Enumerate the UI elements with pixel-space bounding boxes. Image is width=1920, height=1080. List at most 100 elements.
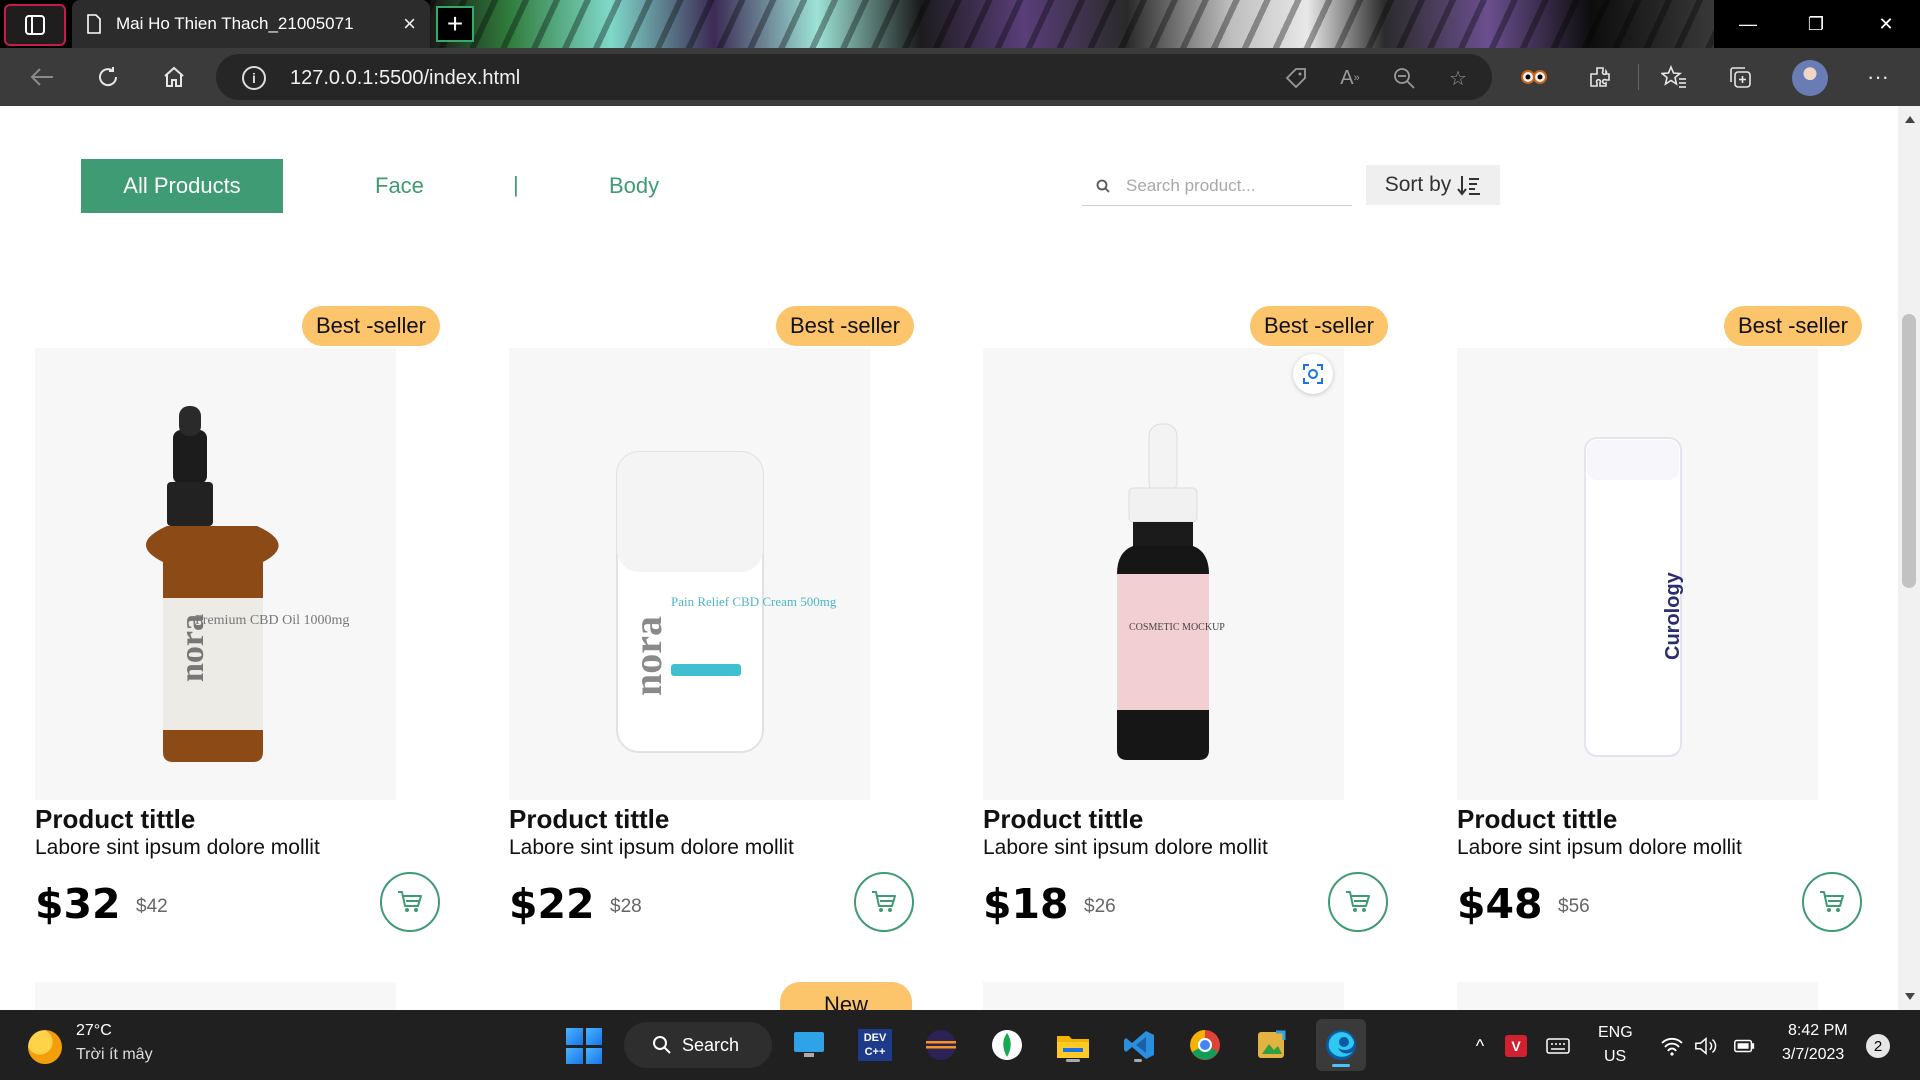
eclipse-app-icon[interactable]: [920, 1024, 962, 1066]
keyboard-icon[interactable]: [1546, 1034, 1570, 1058]
search-box[interactable]: [1082, 166, 1352, 206]
address-bar[interactable]: i 127.0.0.1:5500/index.html A» ☆: [216, 54, 1492, 100]
read-aloud-icon[interactable]: A»: [1336, 64, 1364, 92]
more-icon[interactable]: ···: [1862, 61, 1894, 93]
cart-icon: [1820, 891, 1844, 912]
favorites-icon[interactable]: [1658, 61, 1690, 93]
add-to-cart-button[interactable]: [1328, 872, 1388, 932]
best-seller-badge: Best -seller: [1723, 306, 1862, 346]
filter-face-link[interactable]: Face: [375, 173, 424, 199]
volume-icon[interactable]: [1694, 1034, 1718, 1058]
product-image[interactable]: nora Premium CBD Oil 1000mg: [35, 348, 396, 800]
add-favorite-icon[interactable]: ☆: [1444, 64, 1472, 92]
product-title[interactable]: Product tittle: [509, 804, 669, 835]
minimize-button[interactable]: —: [1714, 0, 1782, 48]
home-icon: [164, 66, 184, 87]
tag-icon[interactable]: [1282, 64, 1310, 92]
profile-avatar[interactable]: [1792, 60, 1828, 96]
region-indicator[interactable]: US: [1604, 1048, 1626, 1066]
collections-icon[interactable]: [1724, 61, 1756, 93]
sort-button[interactable]: Sort by: [1366, 165, 1500, 205]
scroll-down-arrow-icon[interactable]: [1905, 993, 1915, 1000]
refresh-button[interactable]: [92, 61, 124, 93]
tab-actions-icon: [25, 15, 45, 35]
mongodb-app-icon[interactable]: [986, 1024, 1028, 1066]
product-description: Labore sint ipsum dolore mollit: [1457, 836, 1742, 859]
zoom-icon[interactable]: [1390, 64, 1418, 92]
scroll-thumb[interactable]: [1902, 314, 1916, 588]
close-window-button[interactable]: ✕: [1852, 0, 1920, 48]
notification-count-badge[interactable]: 2: [1866, 1034, 1890, 1058]
language-indicator[interactable]: ENG: [1598, 1024, 1633, 1042]
product-image[interactable]: Curology: [1457, 348, 1818, 800]
home-button[interactable]: [158, 61, 190, 93]
devc-app-icon[interactable]: DEV C++: [854, 1024, 896, 1066]
product-card[interactable]: Best -seller Curology Product tittle Lab…: [1457, 306, 1862, 932]
visual-search-icon: [1303, 364, 1323, 384]
start-button[interactable]: [566, 1028, 602, 1064]
product-image[interactable]: COSMETIC MOCKUP: [983, 348, 1344, 800]
desktop-app-icon[interactable]: [788, 1024, 830, 1066]
product-old-price: $28: [610, 896, 642, 917]
cart-icon: [398, 891, 422, 912]
weather-temperature[interactable]: 27°C: [76, 1022, 112, 1040]
browser-tab[interactable]: Mai Ho Thien Thach_21005071 ×: [72, 0, 430, 48]
cart-icon: [872, 891, 896, 912]
clock-date[interactable]: 3/7/2023: [1782, 1046, 1844, 1064]
extensions-icon[interactable]: [1584, 61, 1616, 93]
product-title[interactable]: Product tittle: [35, 804, 195, 835]
photos-app-icon[interactable]: [1250, 1024, 1292, 1066]
wifi-icon[interactable]: [1660, 1034, 1684, 1058]
taskbar-search-button[interactable]: Search: [624, 1022, 772, 1068]
extension-eyes-icon[interactable]: [1518, 61, 1550, 93]
product-description: Labore sint ipsum dolore mollit: [983, 836, 1268, 859]
new-tab-button[interactable]: +: [436, 6, 474, 42]
browser-theme-artwork: [430, 0, 1720, 48]
product-card[interactable]: Best -seller nora Pain Relief CBD Cream …: [509, 306, 914, 932]
tray-chevron-icon[interactable]: ^: [1468, 1034, 1492, 1058]
product-image[interactable]: nora Pain Relief CBD Cream 500mg: [509, 348, 870, 800]
product-description: Labore sint ipsum dolore mollit: [509, 836, 794, 859]
weather-icon[interactable]: [28, 1030, 62, 1064]
page-scrollbar[interactable]: [1898, 106, 1920, 1010]
clock-time[interactable]: 8:42 PM: [1788, 1022, 1848, 1040]
search-icon: [653, 1036, 671, 1054]
refresh-icon: [99, 67, 118, 87]
cart-icon: [1346, 891, 1370, 912]
add-to-cart-button[interactable]: [380, 872, 440, 932]
filter-all-products-button[interactable]: All Products: [81, 159, 283, 213]
product-price: $22: [509, 880, 595, 928]
vscode-app-icon[interactable]: [1118, 1024, 1160, 1066]
battery-icon[interactable]: [1732, 1034, 1756, 1058]
visual-search-button[interactable]: [1293, 354, 1333, 394]
info-icon[interactable]: i: [242, 66, 266, 90]
weather-description[interactable]: Trời ít mây: [76, 1046, 153, 1064]
new-badge: New: [780, 982, 912, 1010]
product-title[interactable]: Product tittle: [1457, 804, 1617, 835]
product-card[interactable]: Best -seller nora Premium CBD Oil 1000mg…: [35, 306, 440, 932]
file-explorer-app-icon[interactable]: [1052, 1024, 1094, 1066]
add-to-cart-button[interactable]: [1802, 872, 1862, 932]
tab-actions-button[interactable]: [4, 4, 66, 46]
product-image-label: Pain Relief CBD Cream 500mg: [671, 594, 837, 609]
product-old-price: $56: [1558, 896, 1590, 917]
product-card-partial[interactable]: [35, 982, 396, 1010]
search-input[interactable]: [1126, 175, 1346, 196]
toolbar-divider: [1638, 64, 1639, 90]
tab-close-button[interactable]: ×: [403, 11, 416, 37]
url-text[interactable]: 127.0.0.1:5500/index.html: [290, 67, 520, 90]
vivaldi-tray-icon[interactable]: V: [1504, 1034, 1528, 1058]
tab-title: Mai Ho Thien Thach_21005071: [116, 14, 354, 33]
chrome-app-icon[interactable]: [1184, 1024, 1226, 1066]
scroll-up-arrow-icon[interactable]: [1905, 116, 1915, 123]
edge-app-icon[interactable]: [1316, 1019, 1366, 1071]
add-to-cart-button[interactable]: [854, 872, 914, 932]
filter-body-link[interactable]: Body: [609, 173, 659, 199]
product-title[interactable]: Product tittle: [983, 804, 1143, 835]
product-card-partial[interactable]: [1457, 982, 1818, 1010]
product-old-price: $42: [136, 896, 168, 917]
page-icon: [87, 14, 101, 34]
product-card-partial[interactable]: [983, 982, 1344, 1010]
restore-button[interactable]: ❐: [1782, 0, 1850, 48]
back-button[interactable]: [26, 61, 58, 93]
